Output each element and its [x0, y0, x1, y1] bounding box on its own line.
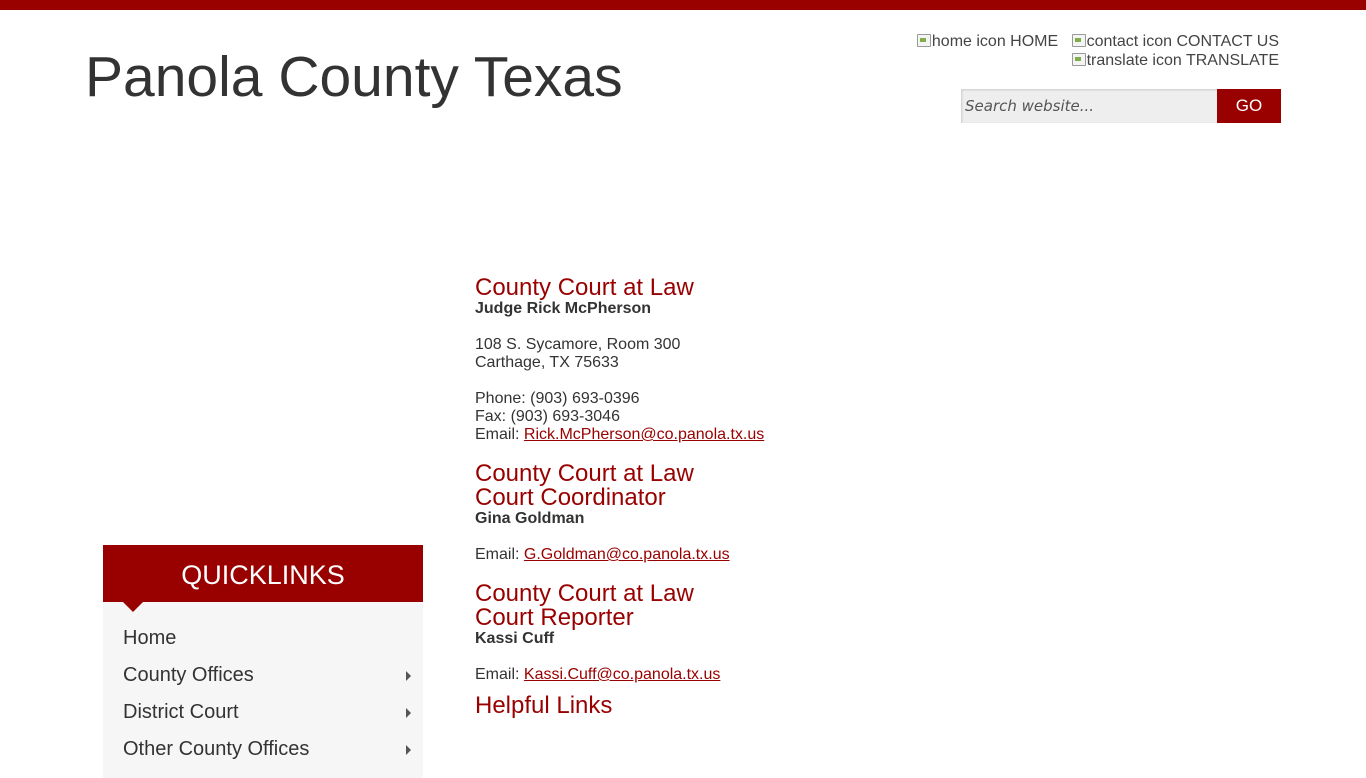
- judge-name: Judge Rick McPherson: [475, 300, 652, 317]
- quicklinks-title: QUICKLINKS: [103, 545, 423, 612]
- search-input[interactable]: [961, 89, 1217, 123]
- quicklinks-panel: QUICKLINKS Home County Offices District …: [103, 545, 423, 778]
- quicklink-label: County Offices: [123, 664, 254, 686]
- reporter-name: Kassi Cuff: [475, 630, 555, 647]
- judge-section-title: County Court at Law: [475, 274, 694, 301]
- quicklinks-list: Home County Offices District Court Other…: [103, 602, 423, 778]
- reporter-email-link[interactable]: Kassi.Cuff@co.panola.tx.us: [524, 666, 721, 683]
- email-label: Email:: [475, 546, 524, 563]
- address-line-1: 108 S. Sycamore, Room 300: [475, 336, 681, 353]
- quicklink-district-court[interactable]: District Court: [103, 694, 423, 731]
- site-title[interactable]: Panola County Texas: [85, 44, 623, 110]
- chevron-right-icon: [406, 708, 411, 718]
- search-go-button[interactable]: GO: [1217, 89, 1281, 123]
- search-form: GO: [961, 89, 1281, 123]
- email-label: Email:: [475, 426, 524, 443]
- translate-icon-alt: translate icon: [1086, 52, 1182, 69]
- reporter-email-row: Email: Kassi.Cuff@co.panola.tx.us: [475, 666, 1075, 684]
- contact-link-label: CONTACT US: [1176, 33, 1279, 50]
- email-label: Email:: [475, 666, 524, 683]
- judge-email-link[interactable]: Rick.McPherson@co.panola.tx.us: [524, 426, 764, 443]
- chevron-right-icon: [406, 745, 411, 755]
- translate-link-label: TRANSLATE: [1185, 52, 1279, 69]
- coordinator-title-line-1: County Court at Law: [475, 460, 694, 487]
- contact-link[interactable]: contact icon CONTACT US: [1071, 32, 1279, 51]
- reporter-section: County Court at Law Court Reporter Kassi…: [475, 582, 1075, 684]
- coordinator-email-row: Email: G.Goldman@co.panola.tx.us: [475, 546, 1075, 564]
- address-line-2: Carthage, TX 75633: [475, 354, 619, 371]
- contact-icon-alt: contact icon: [1086, 33, 1173, 50]
- judge-email-row: Email: Rick.McPherson@co.panola.tx.us: [475, 426, 1075, 444]
- coordinator-email-link[interactable]: G.Goldman@co.panola.tx.us: [524, 546, 730, 563]
- reporter-title-line-1: County Court at Law: [475, 580, 694, 607]
- helpful-links-heading: Helpful Links: [475, 692, 613, 719]
- chevron-right-icon: [406, 671, 411, 681]
- home-icon: [916, 33, 932, 47]
- coordinator-name: Gina Goldman: [475, 510, 585, 527]
- judge-section: County Court at Law Judge Rick McPherson…: [475, 276, 1075, 444]
- quicklink-label: Other County Offices: [123, 738, 310, 760]
- top-accent-bar: [0, 0, 1366, 10]
- coordinator-section: County Court at Law Court Coordinator Gi…: [475, 462, 1075, 564]
- quicklink-other-county-offices[interactable]: Other County Offices: [103, 731, 423, 768]
- contact-icon: [1071, 33, 1087, 47]
- home-link-label: HOME: [1010, 33, 1059, 50]
- phone-number: Phone: (903) 693-0396: [475, 390, 640, 407]
- quicklink-home[interactable]: Home: [103, 620, 423, 657]
- home-icon-alt: home icon: [931, 33, 1006, 50]
- translate-icon: [1071, 52, 1087, 66]
- home-link[interactable]: home icon HOME: [916, 32, 1058, 51]
- coordinator-title-line-2: Court Coordinator: [475, 484, 666, 511]
- quicklink-label: District Court: [123, 701, 239, 723]
- utility-links: home icon HOME contact icon CONTACT US t…: [879, 32, 1279, 70]
- main-content: County Court at Law Judge Rick McPherson…: [475, 276, 1075, 720]
- quicklink-label: Home: [123, 627, 177, 649]
- reporter-title-line-2: Court Reporter: [475, 604, 634, 631]
- fax-number: Fax: (903) 693-3046: [475, 408, 620, 425]
- quicklink-county-offices[interactable]: County Offices: [103, 657, 423, 694]
- translate-link[interactable]: translate icon TRANSLATE: [1071, 51, 1279, 70]
